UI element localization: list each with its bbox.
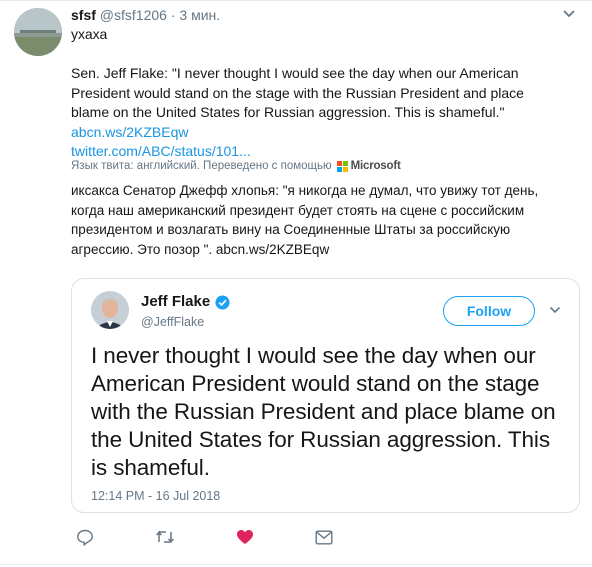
follow-button[interactable]: Follow <box>443 296 535 326</box>
display-name[interactable]: sfsf <box>71 7 96 23</box>
microsoft-logo-icon <box>336 160 348 172</box>
quoted-tweet-text: I never thought I would see the day when… <box>91 343 556 480</box>
top-divider <box>0 0 592 1</box>
chevron-down-icon[interactable] <box>549 306 561 315</box>
tweet-time[interactable]: 3 мин. <box>179 7 220 23</box>
quoted-display-name[interactable]: Jeff Flake <box>141 293 210 311</box>
bottom-divider <box>0 564 592 565</box>
quoted-timestamp[interactable]: 12:14 PM - 16 Jul 2018 <box>91 489 220 503</box>
translation-note: Язык твита: английский. Переведено с пом… <box>71 159 401 173</box>
original-text: Sen. Jeff Flake: "I never thought I woul… <box>71 65 524 120</box>
quoted-avatar[interactable] <box>91 291 129 329</box>
link-twitter-status[interactable]: twitter.com/ABC/status/101... <box>71 143 251 159</box>
message-icon[interactable] <box>313 527 335 547</box>
separator-dot: · <box>170 7 176 23</box>
tweet-header: sfsf @sfsf1206 · 3 мин. <box>71 6 220 24</box>
link-abcn[interactable]: abcn.ws/2KZBEqw <box>71 124 189 140</box>
original-tweet-text: Sen. Jeff Flake: "I never thought I woul… <box>71 64 561 162</box>
translation-note-text: Язык твита: английский. Переведено с пом… <box>71 160 332 172</box>
translated-text: иксакса Сенатор Джефф хлопья: "я никогда… <box>71 181 571 259</box>
quoted-name-row: Jeff Flake <box>141 293 230 311</box>
verified-badge-icon <box>215 294 230 310</box>
chevron-down-icon[interactable] <box>562 9 576 19</box>
retweet-icon[interactable] <box>154 527 176 547</box>
translation-brand[interactable]: Microsoft <box>351 159 401 173</box>
like-icon[interactable] <box>234 527 256 547</box>
tweet-text: ухаха <box>71 26 108 42</box>
tweet-actions <box>0 527 592 549</box>
quoted-tweet-card[interactable]: Jeff Flake @JeffFlake Follow I never tho… <box>71 278 580 513</box>
reply-icon[interactable] <box>74 527 96 547</box>
quoted-handle[interactable]: @JeffFlake <box>141 315 204 330</box>
translated-link[interactable]: abcn.ws/2KZBEqw <box>216 242 329 257</box>
user-handle[interactable]: @sfsf1206 <box>100 7 167 23</box>
avatar[interactable] <box>14 8 62 56</box>
